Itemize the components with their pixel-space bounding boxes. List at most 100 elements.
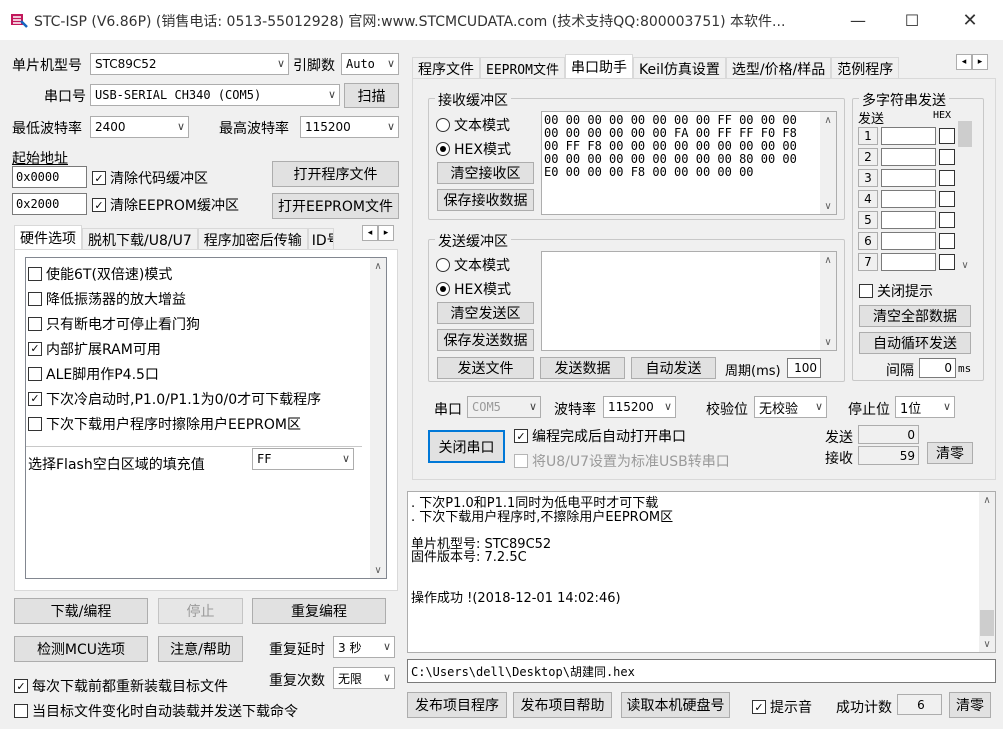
clear-all-button[interactable]: 清空全部数据 xyxy=(859,305,971,327)
scroll-down-icon[interactable]: ∨ xyxy=(820,334,836,350)
multi-send-button[interactable]: 3 xyxy=(858,168,878,187)
clear-counts-button[interactable]: 清零 xyxy=(927,442,973,464)
repeat-delay-select[interactable]: 3 秒 ∨ xyxy=(333,636,395,658)
option-checkbox[interactable]: ALE脚用作P4.5口 xyxy=(28,361,364,386)
option-checkbox[interactable]: 降低振荡器的放大增益 xyxy=(28,286,364,311)
stop-button[interactable]: 停止 xyxy=(158,598,243,624)
send-text-mode-radio[interactable]: 文本模式 xyxy=(436,255,510,275)
option-checkbox[interactable]: 下次下载用户程序时擦除用户EEPROM区 xyxy=(28,411,364,436)
auto-send-checkbox[interactable]: 当目标文件变化时自动装载并发送下载命令 xyxy=(14,701,298,721)
log-scrollbar[interactable]: ∧ ∨ xyxy=(979,492,995,652)
min-baud-select[interactable]: 2400 ∨ xyxy=(90,116,189,138)
tab-encrypted-transfer[interactable]: 程序加密后传输 xyxy=(197,228,308,250)
hex-checkbox[interactable] xyxy=(939,169,955,186)
multi-send-button[interactable]: 7 xyxy=(858,252,878,271)
clear-code-checkbox[interactable]: ✓ 清除代码缓冲区 xyxy=(92,168,208,188)
scroll-thumb[interactable] xyxy=(958,121,972,147)
open-program-button[interactable]: 打开程序文件 xyxy=(272,161,399,187)
detect-mcu-button[interactable]: 检测MCU选项 xyxy=(14,636,148,662)
notes-help-button[interactable]: 注意/帮助 xyxy=(158,636,243,662)
hex-checkbox[interactable] xyxy=(939,148,955,165)
download-program-button[interactable]: 下载/编程 xyxy=(14,598,148,624)
port-select[interactable]: USB-SERIAL CH340 (COM5) ∨ xyxy=(90,84,340,106)
publish-program-button[interactable]: 发布项目程序 xyxy=(407,692,507,718)
multi-string-input[interactable] xyxy=(881,210,936,229)
send-hex-mode-radio[interactable]: HEX模式 xyxy=(436,279,511,299)
usb-serial-checkbox[interactable]: 将U8/U7设置为标准USB转串口 xyxy=(514,451,730,471)
save-receive-button[interactable]: 保存接收数据 xyxy=(437,189,534,211)
multi-string-input[interactable] xyxy=(881,126,936,145)
code-address-input[interactable]: 0x0000 xyxy=(12,166,87,188)
option-checkbox[interactable]: ✓ 内部扩展RAM可用 xyxy=(28,336,364,361)
stop-bits-select[interactable]: 1位 ∨ xyxy=(895,396,955,418)
scan-button[interactable]: 扫描 xyxy=(344,83,399,108)
multi-send-button[interactable]: 6 xyxy=(858,231,878,250)
options-scrollbar[interactable]: ∧ ∨ xyxy=(370,258,386,578)
tab-selection-price[interactable]: 选型/价格/样品 xyxy=(725,57,832,79)
repeat-count-select[interactable]: 无限 ∨ xyxy=(333,667,395,689)
close-hint-checkbox[interactable]: 关闭提示 xyxy=(859,281,933,301)
tab-right-arrow-icon[interactable]: ▸ xyxy=(378,225,394,241)
scroll-down-icon[interactable]: ∨ xyxy=(979,636,995,652)
mcu-type-select[interactable]: STC89C52 ∨ xyxy=(90,53,289,75)
multi-send-button[interactable]: 1 xyxy=(858,126,878,145)
send-scrollbar[interactable]: ∧ ∨ xyxy=(820,252,836,350)
receive-textarea[interactable]: 00 00 00 00 00 00 00 00 FF 00 00 00 00 00… xyxy=(541,111,837,215)
tab-serial-assistant[interactable]: 串口助手 xyxy=(564,54,633,79)
eeprom-address-input[interactable]: 0x2000 xyxy=(12,193,87,215)
close-port-button[interactable]: 关闭串口 xyxy=(428,430,505,463)
read-disk-id-button[interactable]: 读取本机硬盘号 xyxy=(621,692,730,718)
hex-checkbox[interactable] xyxy=(939,127,955,144)
multi-string-scrollbar[interactable]: ∧ ∨ xyxy=(957,121,973,273)
open-eeprom-button[interactable]: 打开EEPROM文件 xyxy=(272,193,399,219)
multi-send-button[interactable]: 2 xyxy=(858,147,878,166)
fill-value-select[interactable]: FF ∨ xyxy=(252,448,354,470)
send-textarea[interactable]: ∧ ∨ xyxy=(541,251,837,351)
scroll-thumb[interactable] xyxy=(980,610,994,636)
send-data-button[interactable]: 发送数据 xyxy=(540,357,625,379)
log-output[interactable]: . 下次P1.0和P1.1同时为低电平时才可下载. 下次下载用户程序时,不擦除用… xyxy=(407,491,996,653)
scroll-up-icon[interactable]: ∧ xyxy=(370,258,386,274)
save-send-button[interactable]: 保存发送数据 xyxy=(437,329,534,351)
tab-id[interactable]: ID号 xyxy=(307,228,334,250)
auto-open-port-checkbox[interactable]: ✓ 编程完成后自动打开串口 xyxy=(514,426,686,446)
scroll-up-icon[interactable]: ∧ xyxy=(820,112,836,128)
minimize-button[interactable]: — xyxy=(835,0,881,40)
baud-select[interactable]: 115200 ∨ xyxy=(603,396,676,418)
scroll-up-icon[interactable]: ∧ xyxy=(820,252,836,268)
tab-left-arrow-icon[interactable]: ◂ xyxy=(362,225,378,241)
tab-offline-download[interactable]: 脱机下载/U8/U7 xyxy=(82,228,198,250)
tab-examples[interactable]: 范例程序 xyxy=(831,57,900,79)
parity-select[interactable]: 无校验 ∨ xyxy=(754,396,827,418)
tab-eeprom-file[interactable]: EEPROM文件 xyxy=(480,57,565,79)
tab-program-file[interactable]: 程序文件 xyxy=(412,57,480,79)
scroll-down-icon[interactable]: ∨ xyxy=(957,257,973,273)
serial-port-select[interactable]: COM5 ∨ xyxy=(467,396,541,418)
clear-receive-button[interactable]: 清空接收区 xyxy=(437,162,534,184)
multi-string-input[interactable] xyxy=(881,189,936,208)
multi-string-input[interactable] xyxy=(881,231,936,250)
hex-checkbox[interactable] xyxy=(939,190,955,207)
scroll-down-icon[interactable]: ∨ xyxy=(820,198,836,214)
clear-eeprom-checkbox[interactable]: ✓ 清除EEPROM缓冲区 xyxy=(92,195,239,215)
clear-send-button[interactable]: 清空发送区 xyxy=(437,302,534,324)
pins-select[interactable]: Auto ∨ xyxy=(341,53,399,75)
close-button[interactable]: ✕ xyxy=(947,0,993,40)
beep-checkbox[interactable]: ✓ 提示音 xyxy=(752,697,812,717)
multi-string-input[interactable] xyxy=(881,168,936,187)
hex-checkbox[interactable] xyxy=(939,232,955,249)
maximize-button[interactable]: ☐ xyxy=(889,0,935,40)
multi-string-input[interactable] xyxy=(881,252,936,271)
reload-target-checkbox[interactable]: ✓ 每次下载前都重新装载目标文件 xyxy=(14,676,228,696)
max-baud-select[interactable]: 115200 ∨ xyxy=(300,116,399,138)
publish-help-button[interactable]: 发布项目帮助 xyxy=(513,692,612,718)
tab-left-arrow-icon[interactable]: ◂ xyxy=(956,54,972,70)
repeat-program-button[interactable]: 重复编程 xyxy=(252,598,386,624)
recv-text-mode-radio[interactable]: 文本模式 xyxy=(436,115,510,135)
auto-cycle-button[interactable]: 自动循环发送 xyxy=(859,332,971,354)
scroll-up-icon[interactable]: ∧ xyxy=(979,492,995,508)
option-checkbox[interactable]: ✓ 下次冷启动时,P1.0/P1.1为0/0才可下载程序 xyxy=(28,386,364,411)
hex-checkbox[interactable] xyxy=(939,253,955,270)
hex-checkbox[interactable] xyxy=(939,211,955,228)
scroll-down-icon[interactable]: ∨ xyxy=(370,562,386,578)
